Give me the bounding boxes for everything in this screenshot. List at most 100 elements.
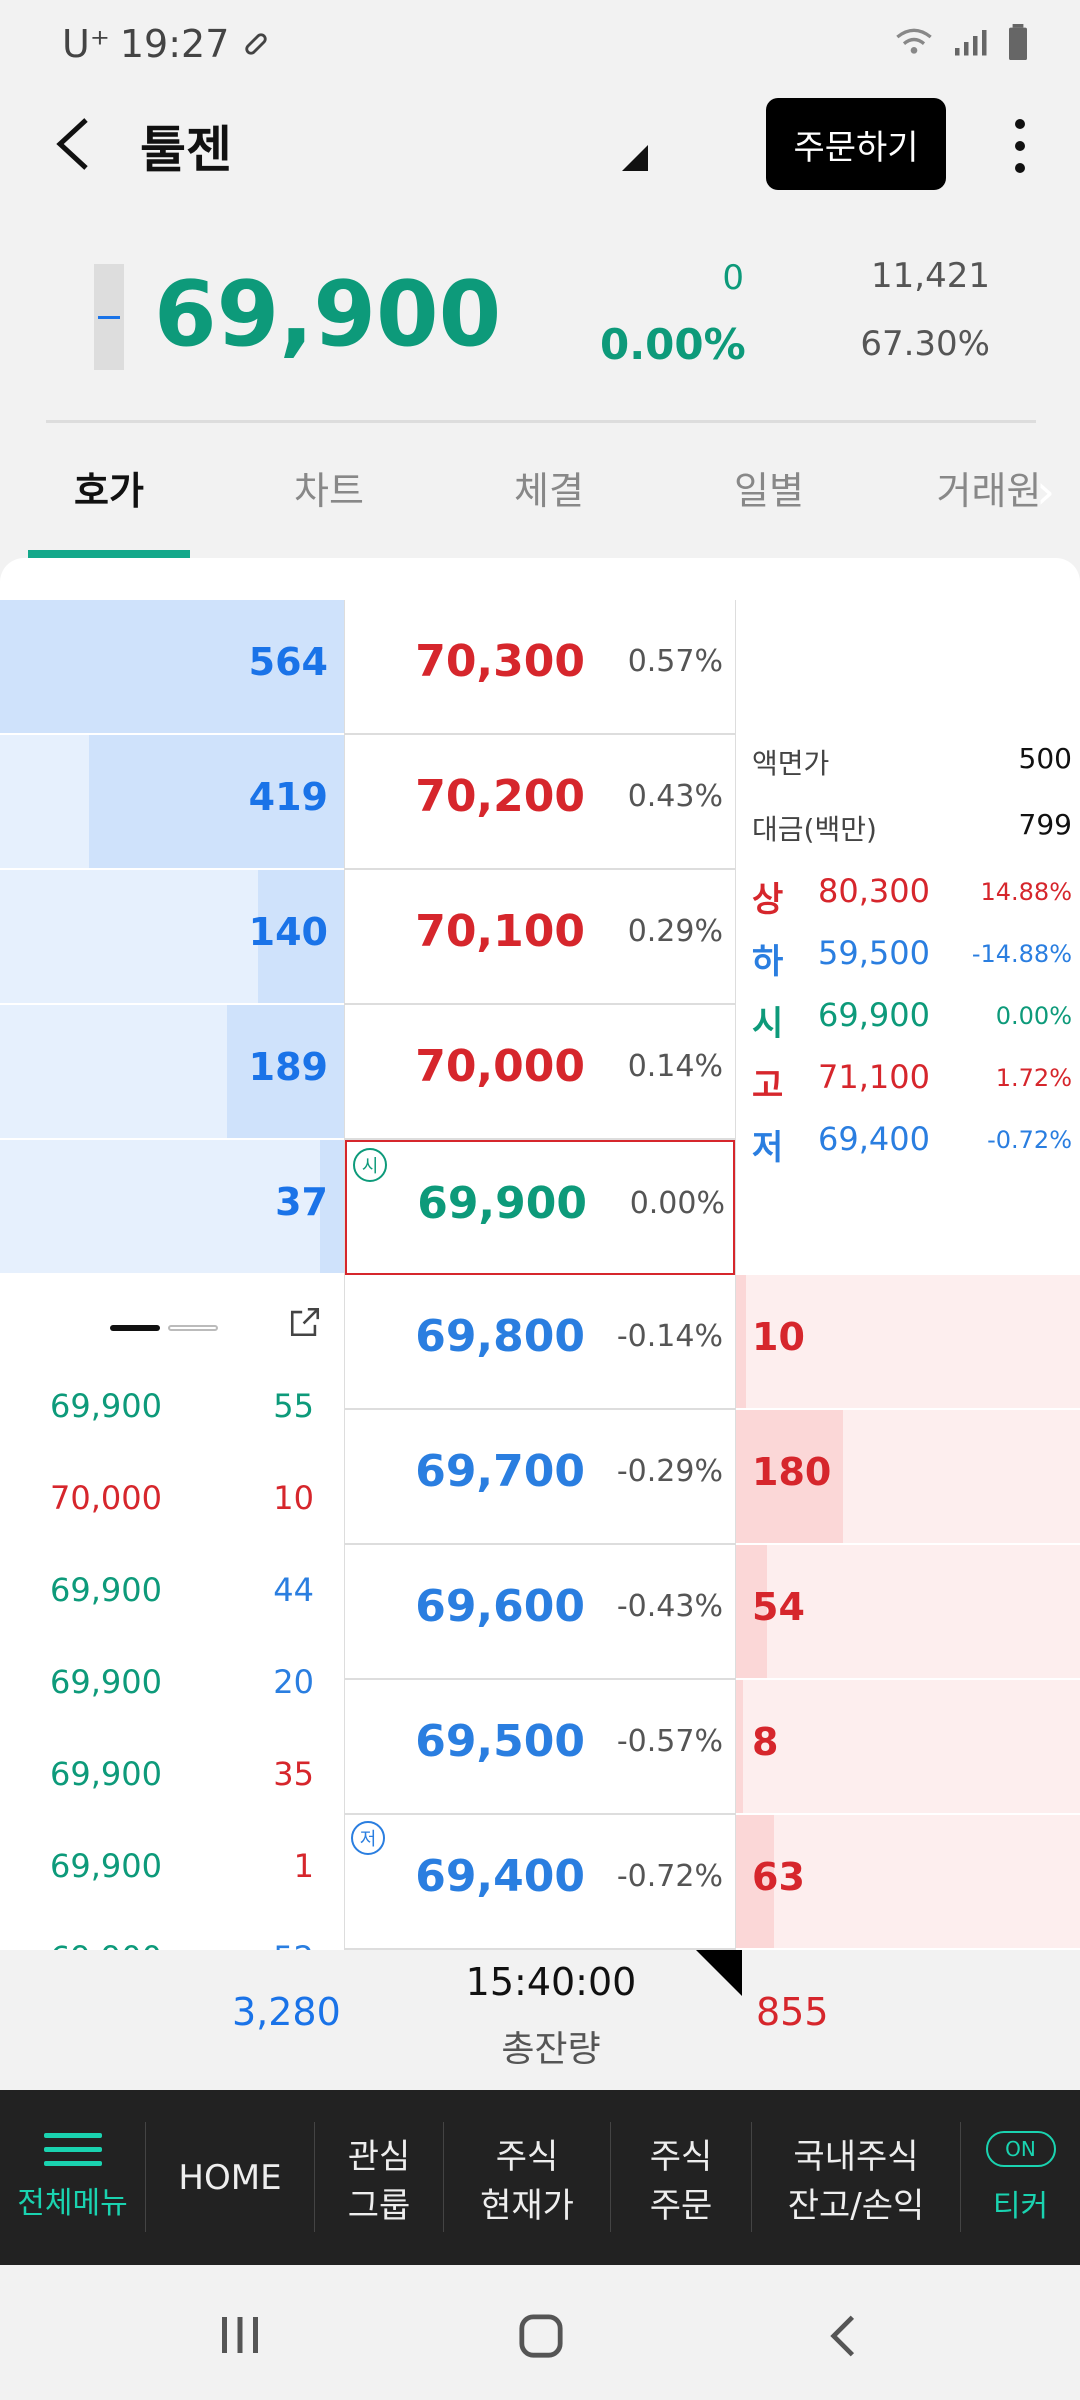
menu-current-price[interactable]: 주식 현재가 <box>444 2090 610 2265</box>
current-price-cell[interactable]: 69,900 0.00% 시 <box>345 1140 735 1275</box>
ask-qty: 140 <box>248 910 328 954</box>
wifi-icon <box>896 28 932 54</box>
home-icon[interactable] <box>518 2313 564 2359</box>
ask-price-pct: 0.57% <box>627 644 723 679</box>
ask-price: 70,100 <box>415 906 585 957</box>
ask-price-pct: 0.00% <box>629 1186 725 1221</box>
trade-qty: 52 <box>273 1939 314 1950</box>
menu-watchlist[interactable]: 관심 그룹 <box>315 2090 443 2265</box>
par-value: 500 <box>1018 742 1072 775</box>
ask-price-cell[interactable]: 70,300 0.57% <box>345 600 735 735</box>
recent-apps-icon[interactable] <box>218 2315 262 2355</box>
trade-row: 69,900 55 <box>40 1387 314 1437</box>
order-book: 액면가 500 대금(백만) 799 상 80,300 14.88% 하 59,500 -… <box>0 600 1080 1950</box>
tab-hoga[interactable]: 호가 <box>14 460 204 515</box>
order-button[interactable]: 주문하기 <box>766 98 946 190</box>
chevron-right-icon[interactable]: › <box>1036 464 1055 520</box>
total-remaining-label: 총잔량 <box>501 2029 601 2070</box>
bid-qty-cell[interactable]: 63 <box>736 1815 1080 1950</box>
bid-price-cell[interactable]: 69,400 -0.72% 저 <box>345 1815 735 1950</box>
bid-qty-cell[interactable]: 8 <box>736 1680 1080 1815</box>
tab-trades[interactable]: 체결 <box>454 460 644 515</box>
trade-row: 69,900 44 <box>40 1571 314 1621</box>
low-price-badge: 저 <box>351 1821 385 1855</box>
bid-price-cell[interactable]: 69,600 -0.43% <box>345 1545 735 1680</box>
ask-qty-cell[interactable]: 189 <box>0 1005 344 1140</box>
order-book-panel: 액면가 500 대금(백만) 799 상 80,300 14.88% 하 59,500 -… <box>0 558 1080 1950</box>
trade-row: 69,900 1 <box>40 1847 314 1897</box>
trade-qty: 55 <box>273 1387 314 1425</box>
bid-price: 69,800 <box>415 1311 585 1362</box>
corner-marker[interactable] <box>696 1950 742 1996</box>
ask-qty-cell[interactable]: 37 <box>0 1140 344 1275</box>
ask-qty: 419 <box>248 775 328 819</box>
stock-dropdown-icon[interactable] <box>622 145 648 171</box>
ask-qty: 564 <box>248 640 328 684</box>
trade-price: 69,900 <box>50 1387 162 1425</box>
bid-qty: 8 <box>752 1720 779 1764</box>
ask-qty: 37 <box>275 1180 328 1224</box>
divider <box>46 420 1036 423</box>
bid-price: 69,400 <box>415 1851 585 1902</box>
hamburger-icon <box>43 2133 102 2166</box>
price-limit-row: 저 69,400 -0.72% <box>752 1120 1072 1170</box>
stock-name[interactable]: 툴젠 <box>140 110 232 182</box>
price-limit-row: 하 59,500 -14.88% <box>752 934 1072 984</box>
bid-qty: 63 <box>752 1855 805 1899</box>
trade-qty: 35 <box>273 1755 314 1793</box>
popout-icon[interactable] <box>288 1305 322 1339</box>
ask-price-pct: 0.29% <box>627 914 723 949</box>
trade-price: 69,900 <box>50 1939 162 1950</box>
stock-info-box: 액면가 500 대금(백만) 799 상 80,300 14.88% 하 59,500 -… <box>736 600 1080 1275</box>
menu-balance[interactable]: 국내주식 잔고/손익 <box>752 2090 960 2265</box>
limit-label: 시 <box>752 1004 784 1044</box>
amount-value: 799 <box>1018 808 1072 841</box>
more-menu-icon[interactable] <box>1000 110 1040 182</box>
bid-price-pct: -0.57% <box>616 1724 723 1759</box>
limit-label: 고 <box>752 1066 784 1106</box>
ask-qty-cell[interactable]: 419 <box>0 735 344 870</box>
price-change-pct: 0.00% <box>600 320 746 369</box>
ask-price-cell[interactable]: 70,200 0.43% <box>345 735 735 870</box>
total-bid-qty: 855 <box>756 1990 829 2034</box>
current-price: 69,900 <box>154 262 502 367</box>
bid-price-pct: -0.14% <box>616 1319 723 1354</box>
bid-price-pct: -0.29% <box>616 1454 723 1489</box>
tab-chart[interactable]: 차트 <box>234 460 424 515</box>
price-change: 0 <box>722 258 744 298</box>
bid-price-cell[interactable]: 69,800 -0.14% <box>345 1275 735 1410</box>
ask-qty-cell[interactable]: 140 <box>0 870 344 1005</box>
back-icon[interactable] <box>828 2313 858 2359</box>
trade-price: 69,900 <box>50 1755 162 1793</box>
menu-stock-order[interactable]: 주식 주문 <box>611 2090 751 2265</box>
bid-qty-bar <box>736 1275 746 1408</box>
bid-price-cell[interactable]: 69,700 -0.29% <box>345 1410 735 1545</box>
ticker-toggle[interactable]: ON <box>985 2130 1056 2167</box>
menu-ticker[interactable]: ON 티커 <box>961 2090 1080 2265</box>
status-bar: U⁺ 19:27 <box>0 0 1080 90</box>
total-remaining-bar: 3,280 15:40:00 총잔량 855 <box>6 1950 1080 2090</box>
ask-qty-cell[interactable]: 564 <box>0 600 344 735</box>
menu-all[interactable]: 전체메뉴 <box>0 2090 145 2265</box>
ask-price-cell[interactable]: 70,100 0.29% <box>345 870 735 1005</box>
page-indicator <box>168 1325 218 1331</box>
app-header: 툴젠 주문하기 <box>0 90 1080 200</box>
bid-qty-cell[interactable]: 180 <box>736 1410 1080 1545</box>
ask-price-cell[interactable]: 70,000 0.14% <box>345 1005 735 1140</box>
system-navigation-bar <box>0 2265 1080 2400</box>
ask-price: 69,900 <box>417 1178 587 1229</box>
menu-home[interactable]: HOME <box>146 2090 314 2265</box>
back-arrow-icon <box>56 118 88 170</box>
bid-qty-cell[interactable]: 10 <box>736 1275 1080 1410</box>
trade-price: 70,000 <box>50 1479 162 1517</box>
limit-price: 69,900 <box>818 996 930 1034</box>
tab-daily[interactable]: 일별 <box>674 460 864 515</box>
trade-row: 69,900 20 <box>40 1663 314 1713</box>
trade-row: 70,000 10 <box>40 1479 314 1529</box>
limit-price: 59,500 <box>818 934 930 972</box>
bid-price-cell[interactable]: 69,500 -0.57% <box>345 1680 735 1815</box>
bid-qty-cell[interactable]: 54 <box>736 1545 1080 1680</box>
trade-price: 69,900 <box>50 1571 162 1609</box>
trade-price: 69,900 <box>50 1663 162 1701</box>
back-button[interactable] <box>36 108 108 180</box>
